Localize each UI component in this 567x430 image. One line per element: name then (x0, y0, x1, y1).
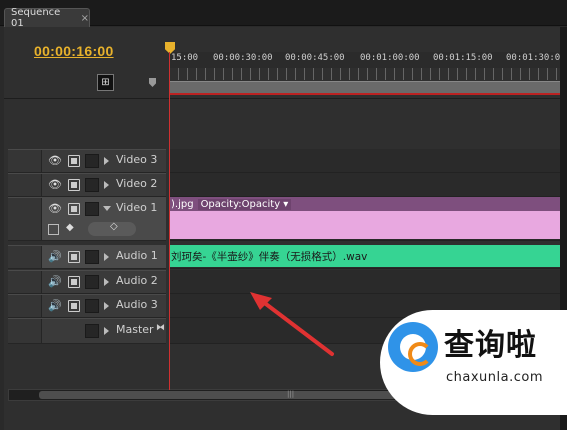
expand-triangle-icon[interactable] (104, 253, 109, 261)
track-control-column (8, 295, 42, 317)
tab-bar: Sequence 01 × (0, 0, 567, 29)
collapse-triangle-icon[interactable] (103, 206, 111, 211)
expand-triangle-icon[interactable] (104, 157, 109, 165)
sync-icon[interactable] (68, 300, 80, 312)
ruler-label: 00:01:15:00 (433, 53, 493, 63)
track-video1[interactable]: ).jpg Opacity:Opacity ▾ (169, 197, 567, 241)
current-timecode[interactable]: 00:00:16:00 (34, 43, 114, 59)
scrollbar-grip-icon: ||| (287, 390, 295, 398)
track-video3[interactable] (169, 149, 567, 173)
film-icon[interactable] (68, 203, 80, 215)
time-ruler[interactable]: 15:00 00:00:30:00 00:00:45:00 00:01:00:0… (169, 52, 567, 68)
track-name: Master (116, 323, 154, 336)
video-clip-name: ).jpg (171, 198, 194, 210)
track-name: Video 3 (116, 153, 158, 166)
eye-icon[interactable]: 👁 (48, 155, 62, 167)
track-header-video3: 👁 Video 3 (8, 149, 166, 173)
lock-toggle[interactable] (85, 178, 99, 192)
track-header-audio3: 🔊 Audio 3 (8, 294, 166, 318)
opacity-dropdown[interactable]: Opacity:Opacity ▾ (197, 198, 292, 210)
lock-toggle[interactable] (85, 250, 99, 264)
lock-toggle[interactable] (85, 299, 99, 313)
expand-triangle-icon[interactable] (104, 302, 109, 310)
marker-icon[interactable] (149, 78, 156, 87)
track-header-audio1: 🔊 Audio 1 (8, 245, 166, 269)
track-control-column (8, 174, 42, 196)
track-name: Video 1 (116, 201, 158, 214)
video-clip[interactable]: ).jpg Opacity:Opacity ▾ (169, 197, 567, 239)
sync-icon[interactable] (68, 251, 80, 263)
track-control-column (8, 246, 42, 268)
close-icon[interactable]: × (81, 13, 89, 24)
ruler-label: 00:00:30:00 (213, 53, 273, 63)
display-style-icon[interactable] (48, 224, 59, 235)
track-name: Audio 2 (116, 274, 158, 287)
sync-icon[interactable] (68, 276, 80, 288)
speaker-icon[interactable]: 🔊 (48, 300, 62, 312)
track-name: Audio 3 (116, 298, 158, 311)
film-icon[interactable] (68, 179, 80, 191)
watermark-title: 查询啦 (444, 328, 537, 363)
track-header-audio2: 🔊 Audio 2 (8, 270, 166, 294)
playhead-line[interactable] (169, 52, 170, 390)
snap-icon[interactable]: ⊞ (97, 74, 114, 91)
track-video2[interactable] (169, 173, 567, 197)
track-name: Audio 1 (116, 249, 158, 262)
eye-icon[interactable]: 👁 (48, 203, 62, 215)
track-header-video1: 👁 Video 1 ◆ (8, 197, 166, 241)
tab-label: Sequence 01 (11, 7, 61, 29)
track-header-master: Master ⧓ (8, 318, 166, 344)
ruler-label: 00:01:00:00 (360, 53, 420, 63)
work-area-bar[interactable] (169, 81, 567, 95)
ruler-ticks (169, 68, 567, 80)
lock-toggle[interactable] (85, 154, 99, 168)
watermark-subtitle: chaxunla.com (446, 370, 543, 385)
watermark: 查询啦 chaxunla.com (380, 310, 567, 415)
ruler-label: 00:00:45:00 (285, 53, 345, 63)
track-control-column (8, 150, 42, 172)
video-clip-header: ).jpg Opacity:Opacity ▾ (169, 197, 567, 211)
track-name: Video 2 (116, 177, 158, 190)
red-arrow-annotation (250, 292, 334, 356)
lock-toggle[interactable] (85, 324, 99, 338)
ruler-label: 00:01:30:00 (506, 53, 566, 63)
expand-triangle-icon[interactable] (104, 181, 109, 189)
audio-clip-name: 刘珂矣-《半壶纱》伴奏（无损格式）.wav (171, 250, 368, 263)
watermark-logo-icon (388, 322, 438, 372)
track-header-video2: 👁 Video 2 (8, 173, 166, 197)
audio-clip[interactable]: 刘珂矣-《半壶纱》伴奏（无损格式）.wav (169, 245, 567, 267)
speaker-icon[interactable]: 🔊 (48, 251, 62, 263)
eye-icon[interactable]: 👁 (48, 179, 62, 191)
track-audio2[interactable] (169, 270, 567, 294)
film-icon[interactable] (68, 155, 80, 167)
speaker-icon[interactable]: 🔊 (48, 276, 62, 288)
track-control-column (8, 319, 42, 343)
ruler-label: 15:00 (171, 53, 199, 63)
track-control-column (8, 271, 42, 293)
keyframe-icon[interactable]: ◆ (66, 222, 74, 233)
divider (4, 98, 567, 99)
master-expand-icon[interactable]: ⧓ (156, 323, 165, 333)
keyframe-navigator[interactable] (88, 221, 136, 236)
tab-sequence-01[interactable]: Sequence 01 × (4, 7, 90, 29)
track-audio1[interactable]: 刘珂矣-《半壶纱》伴奏（无损格式）.wav (169, 245, 567, 269)
track-control-column (8, 198, 42, 240)
expand-triangle-icon[interactable] (104, 327, 109, 335)
lock-toggle[interactable] (85, 275, 99, 289)
lock-toggle[interactable] (85, 202, 99, 216)
expand-triangle-icon[interactable] (104, 278, 109, 286)
